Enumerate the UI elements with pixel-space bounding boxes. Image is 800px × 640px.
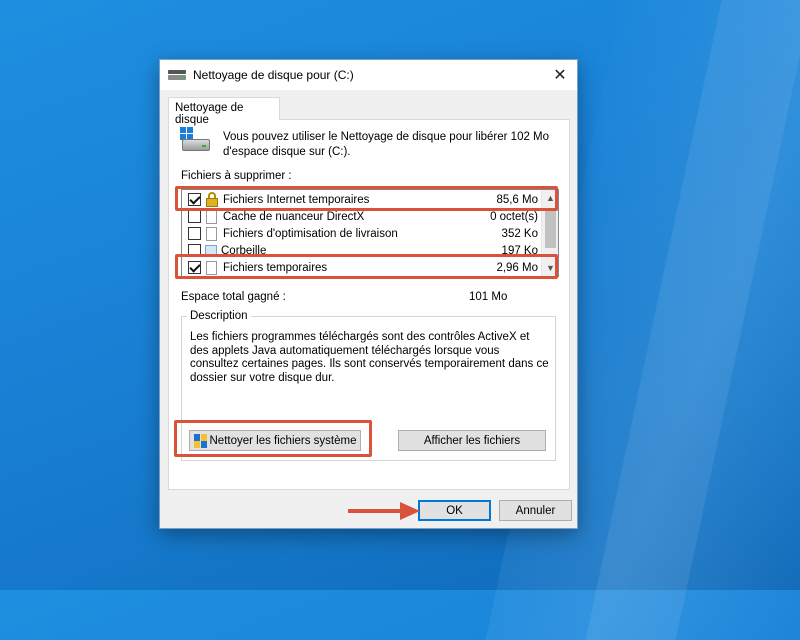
window-title: Nettoyage de disque pour (C:) <box>193 68 354 82</box>
tab-disk-cleanup[interactable]: Nettoyage de disque <box>168 97 280 126</box>
close-icon: ✕ <box>553 67 567 84</box>
arrow-to-ok-icon <box>348 502 420 520</box>
file-size: 352 Ko <box>501 227 538 240</box>
total-gain-value: 101 Mo <box>469 291 508 303</box>
close-button[interactable]: ✕ <box>543 60 577 90</box>
title-bar[interactable]: Nettoyage de disque pour (C:) ✕ <box>160 60 577 90</box>
file-icon <box>206 226 217 241</box>
list-item[interactable]: Fichiers d'optimisation de livraison 352… <box>182 225 542 242</box>
description-text: Les fichiers programmes téléchargés sont… <box>190 331 549 384</box>
highlight-temp-internet-files <box>175 186 558 211</box>
cancel-button[interactable]: Annuler <box>499 500 572 521</box>
disk-cleanup-dialog: Nettoyage de disque pour (C:) ✕ Nettoyag… <box>159 59 578 529</box>
intro-text: Vous pouvez utiliser le Nettoyage de dis… <box>223 131 550 158</box>
view-files-button[interactable]: Afficher les fichiers <box>398 430 546 451</box>
file-name: Fichiers d'optimisation de livraison <box>223 227 398 240</box>
file-name: Cache de nuanceur DirectX <box>223 210 365 223</box>
scrollbar-thumb[interactable] <box>545 208 556 248</box>
file-size: 0 octet(s) <box>490 210 538 223</box>
ok-button[interactable]: OK <box>418 500 491 521</box>
checkbox[interactable] <box>188 227 201 240</box>
total-gain-label: Espace total gagné : <box>181 291 286 303</box>
file-icon <box>206 209 217 224</box>
highlight-temp-files <box>175 254 558 279</box>
files-to-delete-label: Fichiers à supprimer : <box>181 170 292 182</box>
drive-icon <box>180 127 212 155</box>
checkbox[interactable] <box>188 210 201 223</box>
highlight-clean-system-button <box>174 420 372 457</box>
disk-cleanup-app-icon <box>168 68 186 82</box>
description-legend: Description <box>187 310 251 322</box>
